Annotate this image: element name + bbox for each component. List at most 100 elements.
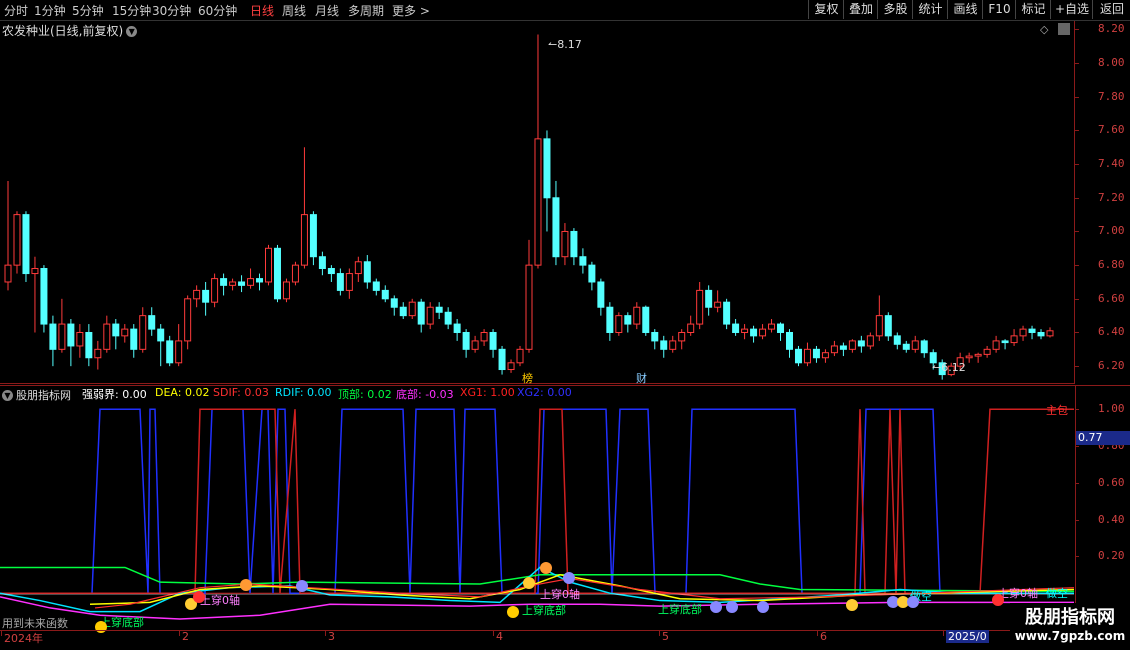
toolbar-button[interactable]: 多股 bbox=[877, 0, 913, 19]
price-tick-mark bbox=[1075, 29, 1079, 31]
candle-body bbox=[354, 261, 362, 275]
candle-body bbox=[552, 197, 560, 258]
candle-body bbox=[884, 315, 892, 337]
period-tab[interactable]: 15分钟 bbox=[112, 2, 151, 19]
month-label: 6 bbox=[820, 630, 827, 643]
price-tick-mark bbox=[1075, 332, 1079, 334]
candle-body bbox=[920, 340, 928, 354]
price-tick-mark bbox=[1075, 265, 1079, 267]
candle-body bbox=[157, 328, 165, 342]
month-label: 2 bbox=[182, 630, 189, 643]
candle-body bbox=[408, 301, 416, 317]
candle-body bbox=[363, 261, 371, 283]
candle-body bbox=[777, 323, 785, 333]
candle-body bbox=[543, 138, 551, 199]
diamond-icon bbox=[240, 579, 252, 591]
candle-body bbox=[579, 256, 587, 266]
high-price-label: ↼8.17 bbox=[548, 38, 582, 51]
ranking-marker[interactable]: 榜 bbox=[522, 370, 533, 386]
price-tick-mark bbox=[1075, 63, 1079, 65]
month-tick bbox=[1, 630, 2, 636]
indicator-tick-label: 0.20 bbox=[1098, 549, 1125, 563]
sad-face-icon bbox=[726, 601, 738, 613]
candle-body bbox=[821, 352, 829, 359]
toolbar-button[interactable]: 统计 bbox=[912, 0, 948, 19]
candle-body bbox=[974, 353, 982, 357]
sad-face-icon bbox=[907, 596, 919, 608]
period-tab[interactable]: 周线 bbox=[282, 2, 306, 19]
candle-body bbox=[4, 264, 12, 283]
toolbar-button[interactable]: 标记 bbox=[1015, 0, 1051, 19]
candle-body bbox=[794, 348, 802, 364]
finance-marker[interactable]: 财 bbox=[636, 370, 647, 386]
sad-face-icon bbox=[757, 601, 769, 613]
price-tick-label: 7.00 bbox=[1098, 224, 1125, 238]
price-tick-label: 7.40 bbox=[1098, 157, 1125, 171]
period-tab[interactable]: 月线 bbox=[315, 2, 339, 19]
candle-body bbox=[399, 306, 407, 317]
price-tick-label: 7.60 bbox=[1098, 123, 1125, 137]
candle-body bbox=[345, 273, 353, 291]
toolbar-button[interactable]: 复权 bbox=[808, 0, 844, 19]
candle-body bbox=[1010, 335, 1018, 344]
candle-body bbox=[669, 340, 677, 350]
toolbar-button[interactable]: 画线 bbox=[947, 0, 983, 19]
candle-body bbox=[426, 306, 434, 325]
candle-body bbox=[732, 323, 740, 333]
money-bag-icon bbox=[846, 599, 858, 611]
candle-body bbox=[1019, 328, 1027, 337]
price-tick-mark bbox=[1075, 96, 1079, 98]
toolbar-button[interactable]: +自选 bbox=[1050, 0, 1093, 19]
diamond-icon bbox=[540, 562, 552, 574]
month-tick bbox=[659, 630, 660, 636]
period-tab[interactable]: 更多 > bbox=[392, 2, 430, 19]
sad-face-icon bbox=[710, 601, 722, 613]
candle-body bbox=[705, 289, 713, 308]
period-tab[interactable]: 30分钟 bbox=[152, 2, 191, 19]
toolbar-button[interactable]: 叠加 bbox=[843, 0, 878, 19]
candlestick-chart[interactable] bbox=[0, 21, 1074, 383]
candle-body bbox=[256, 278, 264, 283]
money-bag-icon bbox=[523, 577, 535, 589]
month-tick bbox=[493, 630, 494, 636]
candle-body bbox=[13, 214, 21, 266]
candle-body bbox=[327, 268, 335, 275]
candle-body bbox=[597, 281, 605, 308]
period-tab[interactable]: 5分钟 bbox=[72, 2, 104, 19]
candle-body bbox=[723, 301, 731, 325]
month-label: 2024年 bbox=[4, 632, 43, 645]
indicator-axis-line bbox=[1075, 385, 1076, 630]
period-tab[interactable]: 1分钟 bbox=[34, 2, 66, 19]
candle-body bbox=[875, 315, 883, 337]
candle-body bbox=[525, 264, 533, 350]
candle-body bbox=[839, 345, 847, 350]
price-tick-label: 6.40 bbox=[1098, 325, 1125, 339]
candle-body bbox=[660, 340, 668, 350]
candle-body bbox=[615, 315, 623, 333]
toolbar-button[interactable]: F10 bbox=[982, 0, 1016, 19]
price-tick-label: 8.20 bbox=[1098, 22, 1125, 36]
candle-body bbox=[480, 331, 488, 342]
future-function-note: 用到未来函数 bbox=[2, 617, 68, 630]
toolbar-button[interactable]: 返回 bbox=[1092, 0, 1130, 19]
month-tick bbox=[179, 630, 180, 636]
period-tab[interactable]: 分时 bbox=[4, 2, 28, 19]
period-tab[interactable]: 多周期 bbox=[348, 2, 384, 19]
candle-body bbox=[444, 311, 452, 325]
period-tab[interactable]: 60分钟 bbox=[198, 2, 237, 19]
price-tick-label: 7.80 bbox=[1098, 89, 1125, 103]
candle-body bbox=[453, 323, 461, 333]
period-tab[interactable]: 日线 bbox=[250, 2, 274, 19]
price-tick-label: 7.20 bbox=[1098, 190, 1125, 204]
candle-body bbox=[624, 315, 632, 325]
candle-body bbox=[336, 273, 344, 291]
xg1-line bbox=[0, 408, 1074, 594]
candle-body bbox=[175, 340, 183, 364]
candle-body bbox=[282, 281, 290, 300]
candle-body bbox=[121, 328, 129, 337]
watermark-name: 股朋指标网 bbox=[1025, 607, 1115, 628]
signal-label: 上穿底部 bbox=[658, 603, 702, 616]
candle-body bbox=[848, 340, 856, 350]
candle-body bbox=[696, 289, 704, 325]
candle-body bbox=[417, 301, 425, 325]
